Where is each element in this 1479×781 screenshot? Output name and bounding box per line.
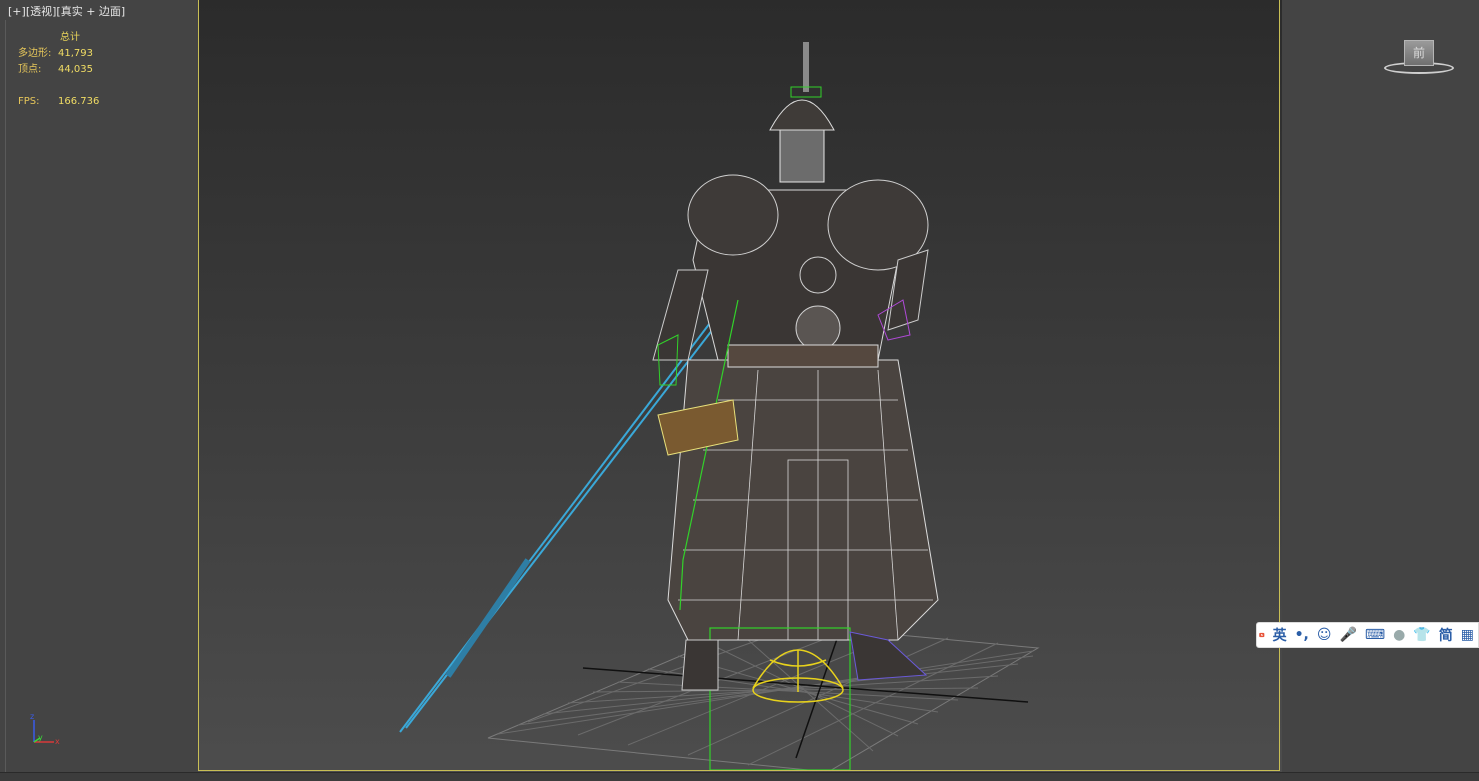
polys-value: 41,793: [58, 48, 93, 59]
viewcube-front-face[interactable]: 前: [1404, 40, 1434, 66]
toolbox-grid-icon[interactable]: ▦: [1461, 627, 1474, 643]
emoji-icon[interactable]: ☺: [1317, 627, 1332, 643]
scene-render[interactable]: [198, 0, 1280, 771]
verts-label: 顶点:: [18, 64, 42, 75]
viewport-point-of-view-menu[interactable]: [透视]: [26, 5, 57, 18]
viewport-right-margin: [1282, 0, 1479, 772]
stats-total-header: 总计: [60, 32, 80, 43]
ime-toolbar[interactable]: S 英 •, ☺ 🎤 ⌨ ● 👕 简 ▦: [1256, 622, 1479, 648]
axis-tripod-icon: z y x: [30, 712, 60, 746]
fps-value: 166.736: [58, 96, 100, 107]
character-mesh: [652, 42, 939, 771]
viewport-label-menu[interactable]: [+][透视][真实 + 边面]: [8, 3, 125, 19]
ime-punctuation-toggle[interactable]: •,: [1295, 627, 1309, 643]
ime-simplified-toggle[interactable]: 简: [1439, 625, 1453, 645]
viewport-left-margin: [0, 0, 198, 772]
left-guide-line: [5, 20, 6, 775]
grid-axis-lines: [582, 635, 1029, 759]
axis-x-label: x: [55, 737, 60, 746]
keyboard-icon[interactable]: ⌨: [1365, 627, 1385, 643]
axis-z-label: z: [30, 712, 34, 721]
viewport-general-menu[interactable]: [+]: [8, 5, 26, 18]
user-icon[interactable]: ●: [1393, 627, 1405, 643]
svg-text:S: S: [1261, 633, 1263, 637]
helper-dome-gizmo: [752, 649, 844, 703]
microphone-icon[interactable]: 🎤: [1339, 627, 1356, 643]
axis-y-label: y: [38, 733, 43, 742]
viewcube[interactable]: 前: [1382, 38, 1458, 78]
verts-value: 44,035: [58, 64, 93, 75]
viewport-shading-menu[interactable]: [真实 + 边面]: [56, 5, 125, 18]
fps-label: FPS:: [18, 96, 40, 107]
polys-label: 多边形:: [18, 48, 52, 59]
sogou-logo-icon[interactable]: S: [1259, 624, 1265, 646]
ime-language-toggle[interactable]: 英: [1273, 625, 1287, 645]
scene-statistics: 总计 多边形: 41,793 顶点: 44,035 FPS: 166.736: [18, 30, 99, 110]
skin-shirt-icon[interactable]: 👕: [1413, 627, 1430, 643]
